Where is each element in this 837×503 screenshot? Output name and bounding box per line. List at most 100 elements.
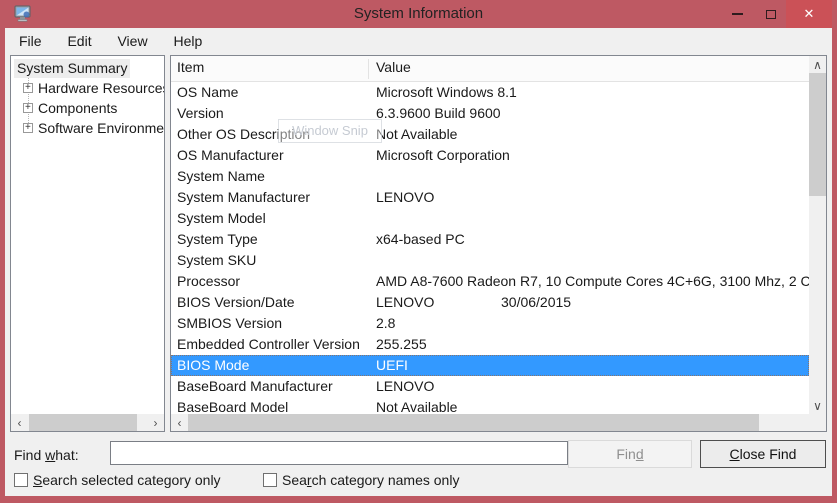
tree-item-hardware-resources[interactable]: Hardware Resources [11, 78, 164, 98]
scrollbar-thumb[interactable] [809, 73, 826, 196]
results-rows: OS NameMicrosoft Windows 8.1Version 6.3.9… [171, 82, 809, 418]
search-selected-category-checkbox[interactable]: Search selected category only [14, 472, 221, 488]
category-tree-pane: System Summary Hardware ResourcesCompone… [10, 55, 165, 432]
client-area: File Edit View Help System Summary Hardw… [5, 28, 832, 496]
expand-icon[interactable] [23, 103, 33, 113]
row-value: Microsoft Corporation [376, 145, 510, 166]
row-item: Version [177, 103, 224, 124]
column-header-item[interactable]: Item [177, 59, 204, 75]
row-value: x64-based PC [376, 229, 465, 250]
row-item: System Name [177, 166, 265, 187]
row-item: SMBIOS Version [177, 313, 282, 334]
row-value: LENOVO [376, 376, 434, 397]
label-mnemonic: S [33, 472, 42, 488]
button-mnemonic: C [730, 446, 740, 462]
row-value-date: 30/06/2015 [501, 292, 571, 313]
tree-horizontal-scrollbar[interactable]: ‹ › [11, 414, 164, 431]
row-item: System Manufacturer [177, 187, 310, 208]
checkbox-label: Search selected category only [33, 472, 221, 488]
table-row[interactable]: SMBIOS Version 2.8 [171, 313, 809, 334]
table-row[interactable]: System Name [171, 166, 809, 187]
column-divider[interactable] [368, 59, 369, 79]
checkbox-label: Search category names only [282, 472, 459, 488]
scrollbar-thumb[interactable] [29, 414, 137, 431]
table-row[interactable]: OS Manufacturer Microsoft Corporation [171, 145, 809, 166]
table-row[interactable]: OS NameMicrosoft Windows 8.1 [171, 82, 809, 103]
menu-view[interactable]: View [106, 28, 158, 55]
scroll-right-icon[interactable]: › [147, 414, 164, 431]
table-row[interactable]: System Manufacturer LENOVO [171, 187, 809, 208]
label-text: ch category names only [312, 472, 460, 488]
column-header-value[interactable]: Value [376, 59, 411, 75]
tree-children: Hardware ResourcesComponentsSoftware Env… [11, 78, 164, 138]
scroll-left-icon[interactable]: ‹ [171, 414, 188, 431]
find-input[interactable] [110, 441, 568, 465]
close-button[interactable]: ✕ [786, 0, 832, 28]
tree-item-system-summary[interactable]: System Summary [11, 56, 164, 78]
find-what-label: Find what: [14, 447, 79, 463]
row-value: UEFI [376, 355, 408, 376]
row-value: 2.8 [376, 313, 395, 334]
row-item: System SKU [177, 250, 256, 271]
scroll-up-icon[interactable]: ∧ [809, 56, 826, 73]
menu-help[interactable]: Help [162, 28, 213, 55]
label-text: Sea [282, 472, 307, 488]
table-row[interactable]: ProcessorAMD A8-7600 Radeon R7, 10 Compu… [171, 271, 809, 292]
row-value: 255.255 [376, 334, 427, 355]
results-vertical-scrollbar[interactable]: ∧ ∨ [809, 56, 826, 414]
search-category-names-checkbox[interactable]: Search category names only [263, 472, 459, 488]
button-text: lose Find [740, 446, 797, 462]
row-value: LENOVO [376, 187, 434, 208]
label-text: earch selected category only [42, 472, 220, 488]
expand-icon[interactable] [23, 123, 33, 133]
results-horizontal-scrollbar[interactable]: ‹ › [171, 414, 826, 431]
system-information-window: System Information ✕ File Edit View Help… [0, 0, 837, 503]
row-value: Not Available [376, 124, 457, 145]
minimize-icon [732, 13, 743, 15]
maximize-button[interactable] [756, 0, 786, 28]
table-row[interactable]: Other OS DescriptionNot Available [171, 124, 809, 145]
row-item: BIOS Version/Date [177, 292, 295, 313]
table-row[interactable]: BIOS Mode UEFI [171, 355, 809, 376]
table-row[interactable]: System Model [171, 208, 809, 229]
table-row[interactable]: Version 6.3.9600 Build 9600 [171, 103, 809, 124]
row-value: 6.3.9600 Build 9600 [376, 103, 501, 124]
row-item: BIOS Mode [177, 355, 249, 376]
maximize-icon [766, 10, 776, 19]
table-row[interactable]: Embedded Controller Version255.255 [171, 334, 809, 355]
checkbox-icon[interactable] [14, 473, 28, 487]
checkbox-icon[interactable] [263, 473, 277, 487]
row-item: System Type [177, 229, 258, 250]
menu-file[interactable]: File [8, 28, 53, 55]
label-text: hat: [55, 447, 78, 463]
window-title: System Information [0, 0, 837, 28]
tree-item-label: Hardware Resources [38, 78, 165, 98]
table-row[interactable]: BaseBoard Manufacturer LENOVO [171, 376, 809, 397]
close-find-button[interactable]: Close Find [700, 440, 826, 468]
row-item: BaseBoard Manufacturer [177, 376, 333, 397]
tree-item-label[interactable]: System Summary [14, 59, 130, 78]
titlebar[interactable]: System Information ✕ [0, 0, 837, 28]
row-item: OS Manufacturer [177, 145, 284, 166]
find-button[interactable]: Find [568, 440, 692, 468]
tree-item-software-environment[interactable]: Software Environment [11, 118, 164, 138]
table-row[interactable]: System Type x64-based PC [171, 229, 809, 250]
scroll-left-icon[interactable]: ‹ [11, 414, 28, 431]
close-icon: ✕ [804, 6, 815, 22]
expand-icon[interactable] [23, 83, 33, 93]
menu-bar: File Edit View Help [5, 28, 832, 55]
tree-item-components[interactable]: Components [11, 98, 164, 118]
tree-item-label: Components [38, 98, 117, 118]
table-row[interactable]: BIOS Version/DateLENOVO30/06/2015 [171, 292, 809, 313]
tree-item-label: Software Environment [38, 118, 165, 138]
button-mnemonic: d [636, 446, 644, 462]
scrollbar-thumb[interactable] [188, 414, 759, 431]
menu-edit[interactable]: Edit [56, 28, 102, 55]
row-value: Microsoft Windows 8.1 [376, 82, 517, 103]
table-row[interactable]: System SKU [171, 250, 809, 271]
scroll-down-icon[interactable]: ∨ [809, 397, 826, 414]
results-pane: Item Value OS NameMicrosoft Windows 8.1V… [170, 55, 827, 432]
label-text: Find [14, 447, 45, 463]
row-item: Processor [177, 271, 240, 292]
minimize-button[interactable] [718, 0, 756, 28]
